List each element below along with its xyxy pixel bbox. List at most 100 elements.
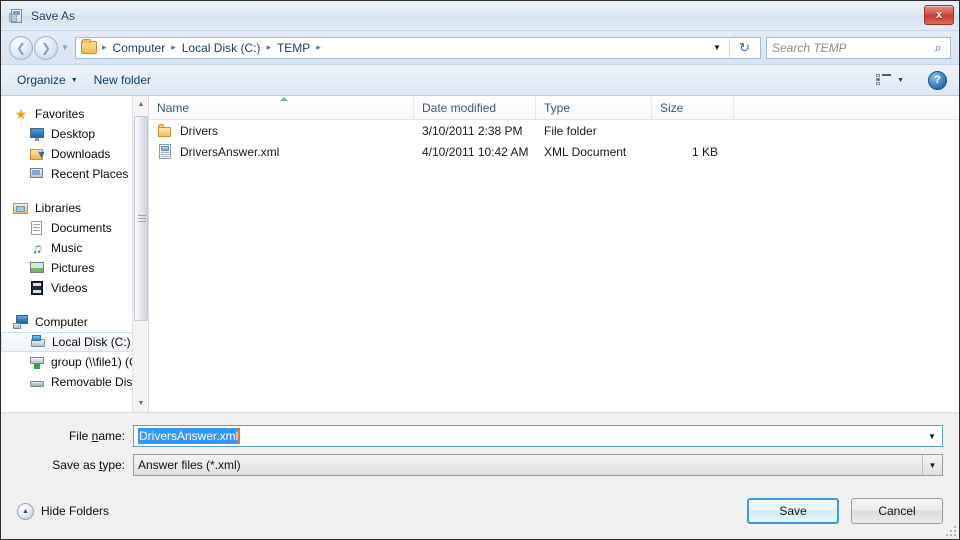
sidebar-group-label: Libraries — [35, 201, 82, 215]
removable-disk-icon — [29, 374, 45, 390]
save-as-type-row: Save as type: Answer files (*.xml) ▼ — [17, 454, 943, 476]
scroll-down-icon[interactable]: ▼ — [133, 395, 148, 412]
column-label: Size — [660, 100, 684, 115]
chevron-down-icon[interactable]: ▼ — [708, 38, 726, 58]
save-button[interactable]: Save — [747, 498, 839, 524]
sidebar-group-computer[interactable]: Computer — [1, 312, 148, 332]
downloads-icon: ▼ — [29, 146, 47, 162]
sidebar-item-recent-places[interactable]: Recent Places — [1, 164, 148, 184]
cell-name: Drivers — [149, 123, 414, 139]
refresh-icon[interactable]: ↻ — [729, 38, 759, 57]
window-title: Save As — [31, 8, 76, 23]
title-bar: Save As x — [1, 1, 959, 31]
sidebar-item-desktop[interactable]: Desktop — [1, 124, 148, 144]
save-as-type-select[interactable]: Answer files (*.xml) ▼ — [133, 454, 943, 476]
table-row[interactable]: DriversAnswer.xml 4/10/2011 10:42 AM XML… — [149, 141, 959, 162]
save-as-dialog: Save As x ❮ ❯ ▼ ▸ Computer ▸ Local Disk … — [0, 0, 960, 540]
chevron-down-icon: ▼ — [70, 76, 78, 84]
column-header-size[interactable]: Size — [652, 96, 734, 119]
sidebar-item-downloads[interactable]: ▼ Downloads — [1, 144, 148, 164]
video-icon — [29, 280, 45, 296]
navigation-pane: ★ Favorites Desktop ▼ Downloads Recent P… — [1, 96, 149, 412]
file-name-label: DriversAnswer.xml — [180, 144, 280, 159]
cell-size: 1 KB — [691, 144, 718, 159]
resize-grip-icon[interactable] — [944, 524, 956, 536]
cell-name: DriversAnswer.xml — [149, 143, 414, 160]
back-arrow-icon[interactable]: ❮ — [9, 35, 33, 60]
libraries-icon — [13, 200, 29, 216]
sidebar-item-label: Local Disk (C:) — [52, 335, 131, 349]
sidebar-item-removable-disk[interactable]: Removable Disk ( — [1, 372, 148, 392]
sidebar-group-label: Favorites — [35, 107, 85, 121]
recent-places-icon — [29, 166, 45, 182]
view-list-icon — [876, 73, 892, 87]
table-row[interactable]: Drivers 3/10/2011 2:38 PM File folder — [149, 120, 959, 141]
xml-document-icon — [157, 143, 173, 160]
breadcrumb[interactable]: ▸ Computer ▸ Local Disk (C:) ▸ TEMP ▸ ▼ … — [75, 36, 761, 59]
sidebar-item-label: Recent Places — [51, 167, 129, 181]
sidebar-item-local-disk[interactable]: Local Disk (C:) — [1, 332, 142, 352]
search-input[interactable] — [772, 40, 931, 55]
new-folder-button[interactable]: New folder — [86, 70, 159, 90]
file-name-label: Drivers — [180, 123, 218, 138]
breadcrumb-item-computer[interactable]: Computer — [110, 41, 169, 55]
navigation-scrollbar[interactable]: ▲ ▼ — [132, 96, 148, 412]
sidebar-item-group-network-drive[interactable]: group (\\file1) (G — [1, 352, 148, 372]
column-label: Date modified — [422, 100, 497, 115]
cell-date-modified: 3/10/2011 2:38 PM — [422, 123, 523, 138]
forward-arrow-icon[interactable]: ❯ — [34, 35, 58, 60]
chevron-down-icon: ▼ — [897, 76, 904, 84]
hide-folders-label: Hide Folders — [41, 504, 110, 518]
sidebar-item-documents[interactable]: Documents — [1, 218, 148, 238]
chevron-down-icon[interactable]: ▼ — [59, 43, 71, 52]
search-icon: ⌕ — [934, 39, 942, 55]
picture-icon — [29, 260, 45, 276]
breadcrumb-item-temp[interactable]: TEMP — [274, 41, 313, 55]
sort-ascending-icon — [280, 97, 288, 101]
column-header-type[interactable]: Type — [536, 96, 652, 119]
close-icon[interactable]: x — [924, 5, 954, 25]
file-name-label: File name: — [68, 429, 125, 443]
sidebar-group-favorites[interactable]: ★ Favorites — [1, 104, 148, 124]
folder-icon — [157, 123, 173, 139]
change-view-button[interactable]: ▼ — [870, 72, 910, 89]
chevron-down-icon[interactable]: ▼ — [922, 455, 942, 475]
column-label: Type — [544, 100, 571, 115]
chevron-down-icon[interactable]: ▼ — [922, 426, 942, 446]
cell-type: File folder — [544, 123, 597, 138]
command-toolbar: Organize ▼ New folder ▼ ? — [1, 65, 959, 96]
help-icon[interactable]: ? — [928, 70, 947, 90]
organize-button[interactable]: Organize ▼ — [9, 70, 86, 90]
sidebar-group-libraries[interactable]: Libraries — [1, 198, 148, 218]
file-rows: Drivers 3/10/2011 2:38 PM File folder Dr… — [149, 120, 959, 412]
column-label: Name — [157, 100, 190, 115]
breadcrumb-separator: ▸ — [171, 42, 176, 52]
file-name-input[interactable]: DriversAnswer.xml ▼ — [133, 425, 943, 447]
sidebar-item-label: Pictures — [51, 261, 95, 275]
sidebar-item-label: Downloads — [51, 147, 111, 161]
column-header-date-modified[interactable]: Date modified — [414, 96, 536, 119]
breadcrumb-item-local-disk[interactable]: Local Disk (C:) — [179, 41, 264, 55]
cancel-button[interactable]: Cancel — [851, 498, 943, 524]
scroll-up-icon[interactable]: ▲ — [133, 96, 148, 113]
search-box[interactable]: ⌕ — [766, 36, 951, 59]
breadcrumb-separator: ▸ — [316, 42, 321, 52]
sidebar-item-pictures[interactable]: Pictures — [1, 258, 148, 278]
save-as-type-value: Answer files (*.xml) — [138, 458, 241, 472]
desktop-icon — [29, 126, 45, 142]
scrollbar-thumb[interactable] — [134, 116, 148, 321]
hard-disk-icon — [30, 334, 46, 350]
music-note-icon: ♫ — [31, 240, 43, 256]
chevron-up-circle-icon: ▲ — [17, 502, 34, 520]
sidebar-item-videos[interactable]: Videos — [1, 278, 148, 298]
dialog-body: ★ Favorites Desktop ▼ Downloads Recent P… — [1, 96, 959, 412]
document-icon — [29, 220, 45, 236]
folder-icon — [81, 39, 97, 54]
network-drive-icon — [29, 354, 45, 370]
hide-folders-button[interactable]: ▲ Hide Folders — [17, 502, 110, 520]
address-bar: ❮ ❯ ▼ ▸ Computer ▸ Local Disk (C:) ▸ TEM… — [1, 31, 959, 65]
column-header-row: Name Date modified Type Size — [149, 96, 959, 120]
sidebar-item-music[interactable]: ♫ Music — [1, 238, 148, 258]
